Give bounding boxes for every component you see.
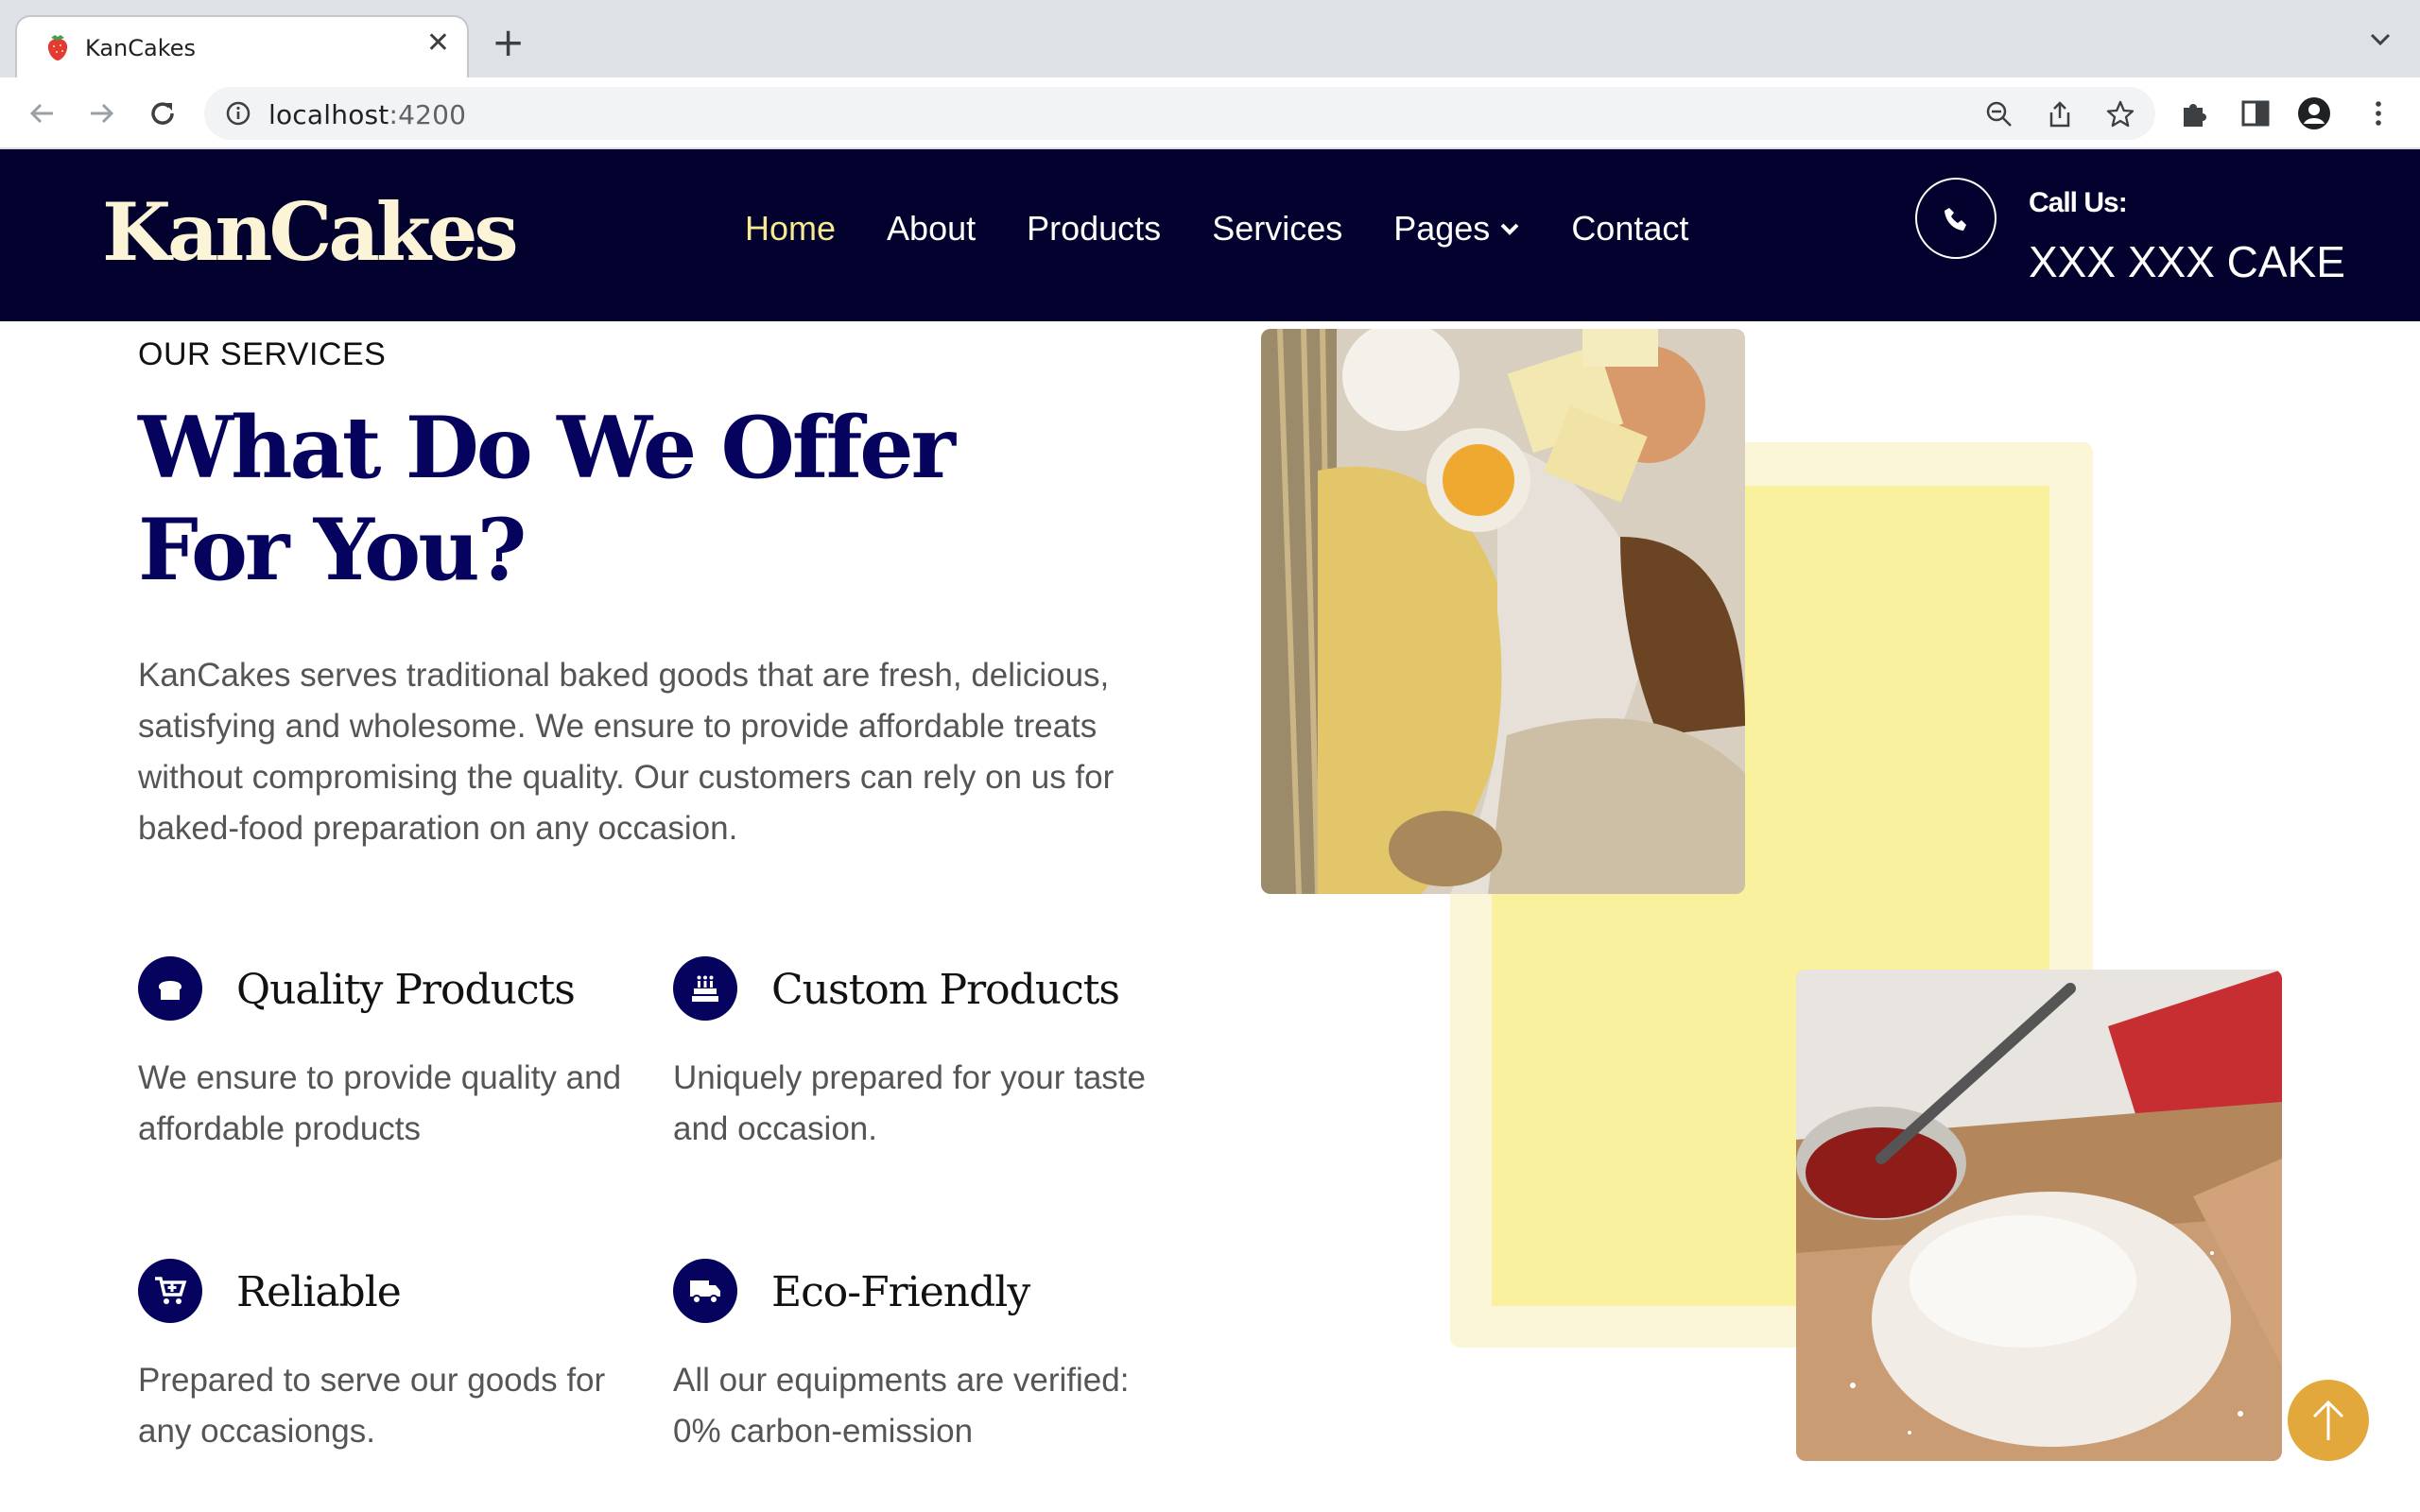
- section-intro: KanCakes serves traditional baked goods …: [138, 657, 1115, 847]
- feature-description: Prepared to serve our goods for any occa…: [138, 1362, 606, 1450]
- nav-item-label: Pages: [1393, 209, 1491, 248]
- profile-avatar-icon[interactable]: [2297, 96, 2331, 130]
- birthday-cake-icon: [673, 956, 737, 1021]
- browser-toolbar: localhost:4200: [0, 77, 2420, 149]
- ingredients-photo: [1261, 329, 1745, 894]
- address-bar[interactable]: localhost:4200: [204, 87, 2155, 140]
- side-panel-icon[interactable]: [2238, 96, 2273, 130]
- arrow-up-icon: [2312, 1400, 2344, 1440]
- nav-item-label: About: [887, 209, 977, 248]
- browser-tab-bar: KanCakes ✕ +: [0, 0, 2420, 77]
- section-headline: What Do We Offer For You?: [138, 398, 956, 600]
- feature-title: Custom Products: [771, 966, 1120, 1014]
- chevron-down-icon[interactable]: [2369, 32, 2392, 47]
- extensions-icon[interactable]: [2178, 96, 2212, 130]
- zoom-icon[interactable]: [1985, 100, 2014, 129]
- nav-item-label: Home: [745, 209, 837, 248]
- phone-icon: [1945, 208, 1966, 231]
- forward-arrow-icon[interactable]: [83, 94, 121, 132]
- url-port: :4200: [389, 99, 467, 130]
- strawberry-icon: [47, 35, 68, 60]
- call-us-number[interactable]: XXX XXX CAKE: [2029, 236, 2345, 287]
- nav-item-services[interactable]: Services: [1212, 212, 1342, 246]
- bread-icon: [138, 956, 202, 1021]
- feature-title: Quality Products: [236, 966, 576, 1014]
- truck-icon: [673, 1259, 737, 1323]
- share-icon[interactable]: [2046, 100, 2074, 129]
- call-us-label: Call Us:: [2029, 187, 2128, 218]
- new-tab-icon[interactable]: +: [492, 23, 525, 62]
- feature-title: Reliable: [236, 1268, 402, 1316]
- feature-description: We ensure to provide quality and afforda…: [138, 1059, 622, 1147]
- site-header: KanCakes Home About Products Services Pa…: [0, 149, 2420, 321]
- site-info-icon[interactable]: [225, 100, 251, 127]
- feature-description: Uniquely prepared for your taste and occ…: [673, 1059, 1146, 1147]
- site-logo[interactable]: KanCakes: [102, 193, 519, 272]
- nav-item-label: Contact: [1571, 209, 1689, 248]
- section-eyebrow: OUR SERVICES: [138, 336, 387, 372]
- nav-item-about[interactable]: About: [887, 212, 976, 246]
- dough-photo: [1796, 970, 2282, 1461]
- nav-item-pages[interactable]: Pages: [1393, 212, 1520, 246]
- feature-description: All our equipments are verified: 0% carb…: [673, 1362, 1130, 1450]
- main-nav: Home About Products Services Pages Conta…: [745, 212, 1688, 246]
- cart-plus-icon: [138, 1259, 202, 1323]
- browser-tab[interactable]: KanCakes ✕: [15, 15, 469, 77]
- tab-close-icon[interactable]: ✕: [426, 29, 450, 58]
- nav-item-contact[interactable]: Contact: [1571, 212, 1688, 246]
- bookmark-star-icon[interactable]: [2106, 100, 2135, 129]
- browser-menu-icon[interactable]: [2361, 96, 2395, 130]
- url-host: localhost: [268, 99, 389, 130]
- url-text: localhost:4200: [268, 99, 466, 130]
- nav-item-label: Products: [1027, 209, 1162, 248]
- chevron-down-icon: [1500, 223, 1519, 235]
- back-arrow-icon[interactable]: [23, 94, 60, 132]
- nav-item-label: Services: [1212, 209, 1343, 248]
- feature-title: Eco-Friendly: [771, 1268, 1030, 1316]
- nav-item-home[interactable]: Home: [745, 212, 836, 246]
- reload-icon[interactable]: [144, 94, 182, 132]
- scroll-to-top-button[interactable]: [2288, 1380, 2369, 1461]
- phone-button[interactable]: [1915, 178, 1996, 259]
- nav-item-products[interactable]: Products: [1027, 212, 1161, 246]
- tab-title: KanCakes: [85, 35, 197, 61]
